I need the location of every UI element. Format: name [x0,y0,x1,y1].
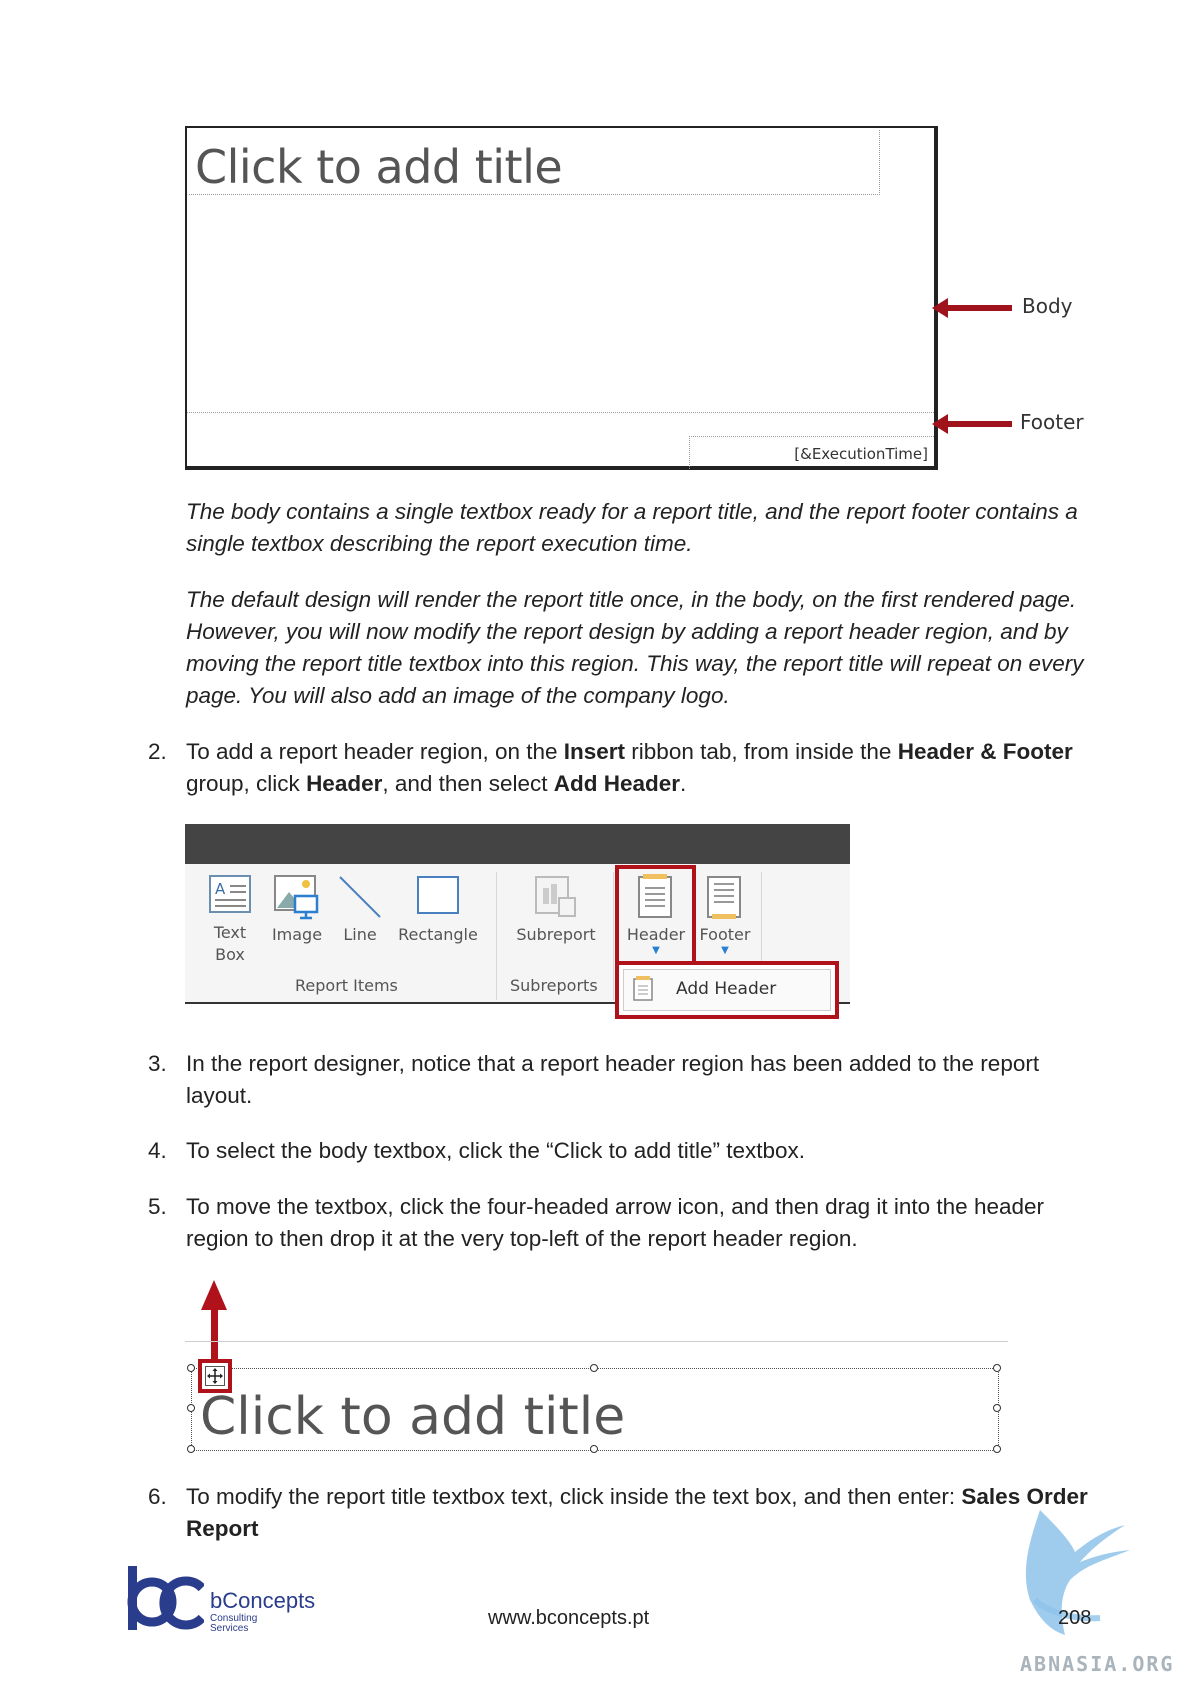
step-2: 2. To add a report header region, on the… [148,736,1108,802]
report-designer-figure: Click to add title [&ExecutionTime] [185,126,938,470]
resize-handle[interactable] [590,1445,598,1453]
move-textbox-figure: Click to add title [185,1280,1015,1460]
subreport-label: Subreport [516,925,596,944]
group-separator [496,872,497,1000]
footer-label: Footer [699,925,751,944]
resize-handle[interactable] [993,1364,1001,1372]
title-textbox[interactable]: Click to add title [189,130,880,195]
line-label: Line [343,925,377,944]
footer-icon [707,876,741,919]
step-5: 5. To move the textbox, click the four-h… [148,1191,1108,1257]
resize-handle[interactable] [187,1445,195,1453]
line-button[interactable]: Line [335,874,385,946]
move-icon-highlight[interactable] [198,1359,232,1393]
add-header-menu: Add Header [615,961,839,1019]
body-callout: Body [1022,294,1073,318]
group-separator [613,872,614,1000]
step-text: In the report designer, notice that a re… [186,1051,1040,1108]
bconcepts-logo-icon [127,1566,204,1630]
step-number: 6. [148,1484,167,1509]
step-number: 3. [148,1051,167,1076]
watermark-text: ABNASIA.ORG [1020,1652,1175,1676]
step-text: To select the body textbox, click the “C… [186,1138,806,1163]
step-number: 5. [148,1194,167,1219]
resize-handle[interactable] [187,1404,195,1412]
step-number: 4. [148,1138,167,1163]
paragraph-default-design: The default design will render the repor… [186,587,1084,708]
chevron-down-icon: ▼ [721,945,729,956]
execution-time-text: [&ExecutionTime] [794,445,928,463]
group-subreports: Subreports [510,976,598,995]
add-header-label: Add Header [676,979,777,999]
resize-handle[interactable] [993,1404,1001,1412]
image-icon [274,875,319,920]
step-text: To modify the report title textbox text,… [186,1484,1088,1541]
title-textbox-selected[interactable]: Click to add title [191,1368,999,1451]
up-arrow-head [201,1280,227,1310]
rectangle-label: Rectangle [398,925,478,944]
paragraph-body-description: The body contains a single textbox ready… [186,499,1078,556]
move-icon [205,1366,225,1386]
step-3: 3. In the report designer, notice that a… [148,1048,1108,1114]
footer-callout: Footer [1020,410,1084,434]
header-highlight [615,865,696,965]
step-text: To add a report header region, on the In… [186,739,1073,796]
rectangle-icon [417,876,459,914]
footer-divider [187,412,934,413]
body-arrow-icon [932,298,1012,318]
subreport-button[interactable]: Subreport [511,874,601,946]
line-icon [339,876,381,918]
footer-url[interactable]: www.bconcepts.pt [488,1607,649,1630]
resize-handle[interactable] [590,1364,598,1372]
svg-text:A: A [215,880,226,898]
group-report-items: Report Items [295,976,398,995]
title-placeholder: Click to add title [200,1387,626,1447]
step-6: 6. To modify the report title textbox te… [148,1481,1108,1547]
textbox-button[interactable]: A Text Box [205,874,255,966]
step-text: To move the textbox, click the four-head… [186,1194,1045,1251]
title-placeholder: Click to add title [195,140,563,194]
textbox-icon: A [209,875,251,913]
textbox-label: Text Box [213,923,247,964]
resize-handle[interactable] [187,1364,195,1372]
logo-name: bConcepts [210,1588,316,1613]
ribbon-titlebar [185,824,850,864]
up-arrow-icon [211,1310,218,1364]
add-header-item[interactable]: Add Header [623,969,831,1011]
footer-arrow-icon [932,414,1012,434]
step-4: 4. To select the body textbox, click the… [148,1135,1108,1169]
execution-time-textbox[interactable]: [&ExecutionTime] [689,436,934,469]
footer-button[interactable]: Footer ▼ [694,874,756,956]
step-number: 2. [148,739,167,764]
add-header-icon [633,976,653,1001]
subreport-icon [535,876,576,917]
header-region-line [185,1341,1008,1342]
rectangle-button[interactable]: Rectangle [397,874,479,946]
insert-ribbon-figure: A Text Box Image Line Rectangle Report I… [185,824,850,1019]
image-label: Image [271,925,323,944]
logo-subtitle: Consulting Services [210,1613,258,1634]
resize-handle[interactable] [993,1445,1001,1453]
page-number: 208 [1058,1607,1092,1629]
image-button[interactable]: Image [270,874,324,946]
